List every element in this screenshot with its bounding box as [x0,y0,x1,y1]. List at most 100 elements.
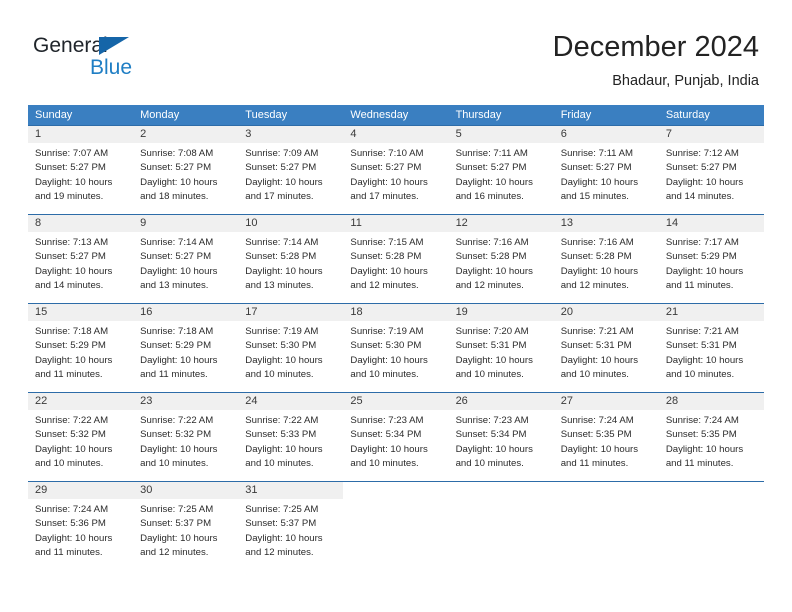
sunrise-text: Sunrise: 7:19 AM [245,326,319,337]
sunrise-text: Sunrise: 7:19 AM [350,326,424,337]
day-number: 31 [238,482,344,499]
day-number: 30 [133,482,239,499]
daylight-text-line2: and 10 minutes. [350,457,419,469]
day-number: 28 [658,393,764,410]
day-details: Sunrise: 7:16 AM Sunset: 5:28 PM Dayligh… [554,232,659,293]
calendar-week-row: 15 Sunrise: 7:18 AM Sunset: 5:29 PM Dayl… [28,303,764,392]
calendar-day-cell[interactable]: 12 Sunrise: 7:16 AM Sunset: 5:28 PM Dayl… [448,215,554,303]
sunset-text: Sunset: 5:31 PM [560,340,632,352]
sunset-text: Sunset: 5:28 PM [350,251,422,263]
calendar-day-cell[interactable]: 11 Sunrise: 7:15 AM Sunset: 5:28 PM Dayl… [343,215,449,303]
calendar-day-cell[interactable]: 21 Sunrise: 7:21 AM Sunset: 5:31 PM Dayl… [658,304,764,392]
calendar-day-cell[interactable]: 30 Sunrise: 7:25 AM Sunset: 5:37 PM Dayl… [133,482,239,570]
day-number: 7 [658,126,764,143]
day-number [554,482,659,499]
generalblue-logo[interactable]: General Blue [33,34,213,84]
day-details: Sunrise: 7:21 AM Sunset: 5:31 PM Dayligh… [659,321,764,382]
calendar-day-cell[interactable]: 29 Sunrise: 7:24 AM Sunset: 5:36 PM Dayl… [28,482,134,570]
calendar-day-cell[interactable]: 15 Sunrise: 7:18 AM Sunset: 5:29 PM Dayl… [28,304,134,392]
day-number: 5 [448,126,554,143]
day-details: Sunrise: 7:20 AM Sunset: 5:31 PM Dayligh… [449,321,554,382]
daylight-text-line2: and 14 minutes. [35,279,104,291]
daylight-text-line2: and 11 minutes. [665,457,734,469]
daylight-text-line2: and 12 minutes. [560,279,629,291]
calendar-week-row: 1 Sunrise: 7:07 AM Sunset: 5:27 PM Dayli… [28,125,764,214]
calendar-day-cell[interactable]: 14 Sunrise: 7:17 AM Sunset: 5:29 PM Dayl… [658,215,764,303]
calendar-day-cell[interactable]: 18 Sunrise: 7:19 AM Sunset: 5:30 PM Dayl… [343,304,449,392]
sunset-text: Sunset: 5:35 PM [665,429,737,441]
calendar-day-cell[interactable]: 9 Sunrise: 7:14 AM Sunset: 5:27 PM Dayli… [133,215,239,303]
daylight-text-line1: Daylight: 10 hours [665,176,744,188]
daylight-text-line2: and 12 minutes. [350,279,419,291]
calendar-day-cell[interactable]: 27 Sunrise: 7:24 AM Sunset: 5:35 PM Dayl… [553,393,659,481]
daylight-text-line1: Daylight: 10 hours [35,354,113,366]
calendar-day-cell[interactable]: 6 Sunrise: 7:11 AM Sunset: 5:27 PM Dayli… [553,126,659,214]
calendar-day-cell[interactable]: 23 Sunrise: 7:22 AM Sunset: 5:32 PM Dayl… [133,393,239,481]
calendar-day-cell[interactable]: 5 Sunrise: 7:11 AM Sunset: 5:27 PM Dayli… [448,126,554,214]
calendar-week-row: 8 Sunrise: 7:13 AM Sunset: 5:27 PM Dayli… [28,214,764,303]
day-number: 2 [133,126,239,143]
calendar-day-cell[interactable]: 13 Sunrise: 7:16 AM Sunset: 5:28 PM Dayl… [553,215,659,303]
daylight-text-line2: and 17 minutes. [350,190,419,202]
sunset-text: Sunset: 5:30 PM [245,340,317,352]
sunset-text: Sunset: 5:29 PM [665,251,737,263]
calendar-day-cell[interactable]: 1 Sunrise: 7:07 AM Sunset: 5:27 PM Dayli… [28,126,134,214]
weekday-header-friday: Friday [560,109,592,121]
sunrise-text: Sunrise: 7:14 AM [245,237,319,248]
calendar-day-cell[interactable]: 3 Sunrise: 7:09 AM Sunset: 5:27 PM Dayli… [238,126,344,214]
daylight-text-line1: Daylight: 10 hours [245,265,323,277]
day-details: Sunrise: 7:17 AM Sunset: 5:29 PM Dayligh… [659,232,764,293]
day-number [343,482,448,499]
sunrise-text: Sunrise: 7:15 AM [350,237,424,248]
daylight-text-line2: and 11 minutes. [665,279,734,291]
calendar-day-cell[interactable]: 7 Sunrise: 7:12 AM Sunset: 5:27 PM Dayli… [658,126,764,214]
day-number: 12 [448,215,554,232]
calendar-page: General Blue December 2024 Bhadaur, Punj… [0,0,792,612]
sunrise-text: Sunrise: 7:18 AM [35,326,109,337]
day-details: Sunrise: 7:14 AM Sunset: 5:27 PM Dayligh… [133,232,238,293]
calendar-day-cell[interactable]: 2 Sunrise: 7:08 AM Sunset: 5:27 PM Dayli… [133,126,239,214]
daylight-text-line1: Daylight: 10 hours [665,265,744,277]
sunrise-text: Sunrise: 7:24 AM [560,415,634,426]
calendar-day-cell[interactable]: 22 Sunrise: 7:22 AM Sunset: 5:32 PM Dayl… [28,393,134,481]
calendar-day-cell[interactable]: 20 Sunrise: 7:21 AM Sunset: 5:31 PM Dayl… [553,304,659,392]
sunset-text: Sunset: 5:29 PM [35,340,106,352]
sunrise-text: Sunrise: 7:24 AM [665,415,739,426]
day-number: 15 [28,304,134,321]
day-number: 25 [343,393,449,410]
sunrise-text: Sunrise: 7:10 AM [350,148,424,159]
daylight-text-line2: and 11 minutes. [35,546,103,558]
day-number: 10 [238,215,344,232]
calendar-day-cell[interactable]: 8 Sunrise: 7:13 AM Sunset: 5:27 PM Dayli… [28,215,134,303]
calendar-day-cell[interactable]: 26 Sunrise: 7:23 AM Sunset: 5:34 PM Dayl… [448,393,554,481]
calendar-day-cell[interactable]: 16 Sunrise: 7:18 AM Sunset: 5:29 PM Dayl… [133,304,239,392]
day-number: 1 [28,126,134,143]
day-details: Sunrise: 7:07 AM Sunset: 5:27 PM Dayligh… [28,143,133,204]
calendar-grid: Sunday Monday Tuesday Wednesday Thursday… [28,105,764,570]
sunset-text: Sunset: 5:34 PM [455,429,527,441]
calendar-day-cell[interactable]: 19 Sunrise: 7:20 AM Sunset: 5:31 PM Dayl… [448,304,554,392]
calendar-day-cell[interactable]: 10 Sunrise: 7:14 AM Sunset: 5:28 PM Dayl… [238,215,344,303]
calendar-day-cell[interactable]: 31 Sunrise: 7:25 AM Sunset: 5:37 PM Dayl… [238,482,344,570]
calendar-day-cell[interactable]: 24 Sunrise: 7:22 AM Sunset: 5:33 PM Dayl… [238,393,344,481]
daylight-text-line1: Daylight: 10 hours [140,532,218,544]
daylight-text-line1: Daylight: 10 hours [665,354,744,366]
calendar-day-cell[interactable]: 28 Sunrise: 7:24 AM Sunset: 5:35 PM Dayl… [658,393,764,481]
daylight-text-line2: and 11 minutes. [140,368,208,380]
daylight-text-line2: and 14 minutes. [665,190,735,202]
sunrise-text: Sunrise: 7:14 AM [140,237,214,248]
day-number: 23 [133,393,239,410]
sunset-text: Sunset: 5:28 PM [245,251,317,263]
sunrise-text: Sunrise: 7:24 AM [35,504,109,515]
sunrise-text: Sunrise: 7:08 AM [140,148,214,159]
daylight-text-line2: and 18 minutes. [140,190,209,202]
day-number: 29 [28,482,134,499]
daylight-text-line1: Daylight: 10 hours [560,265,639,277]
day-number: 14 [658,215,764,232]
calendar-day-cell[interactable]: 4 Sunrise: 7:10 AM Sunset: 5:27 PM Dayli… [343,126,449,214]
calendar-day-cell[interactable]: 25 Sunrise: 7:23 AM Sunset: 5:34 PM Dayl… [343,393,449,481]
day-details: Sunrise: 7:18 AM Sunset: 5:29 PM Dayligh… [133,321,238,382]
day-number: 13 [553,215,659,232]
calendar-day-cell[interactable]: 17 Sunrise: 7:19 AM Sunset: 5:30 PM Dayl… [238,304,344,392]
daylight-text-line2: and 17 minutes. [245,190,314,202]
